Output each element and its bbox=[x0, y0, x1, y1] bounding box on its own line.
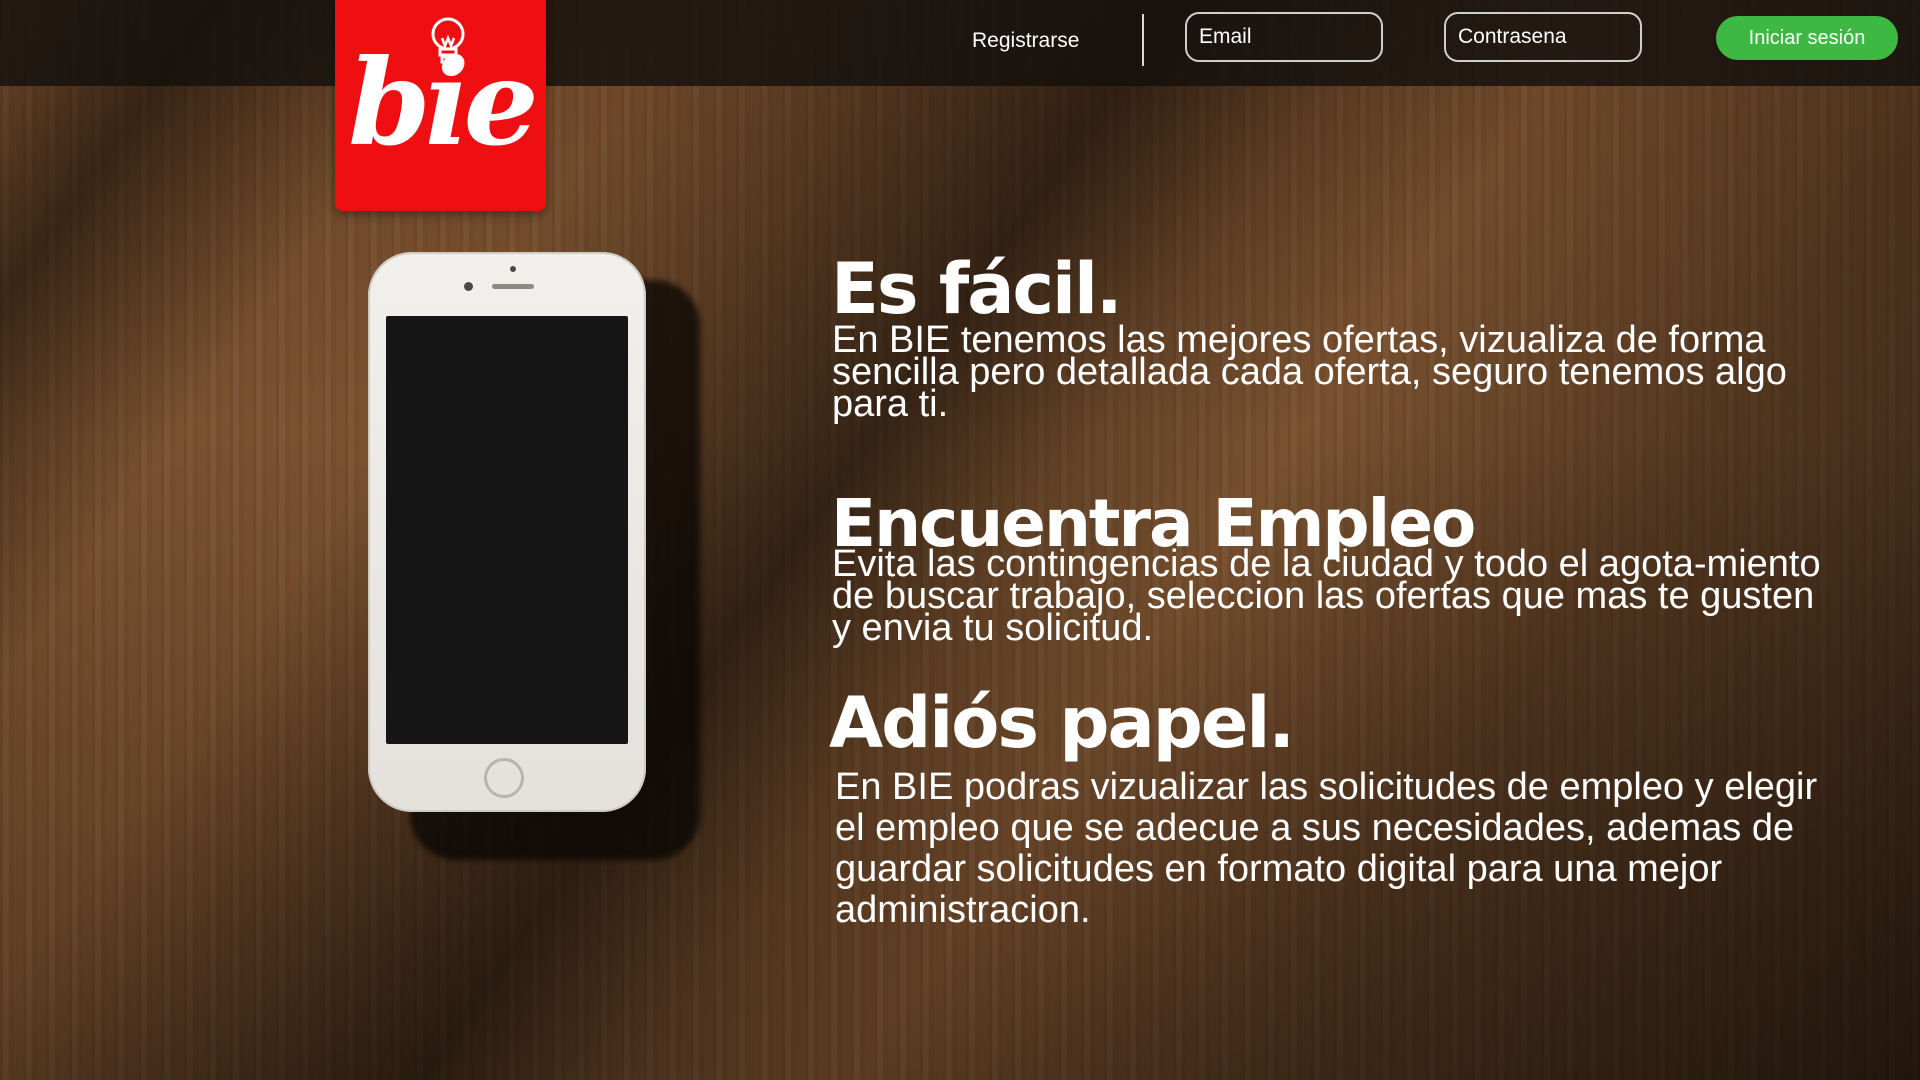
section-title-goodbye-paper: Adiós papel. bbox=[829, 682, 1295, 764]
navbar-divider bbox=[1142, 14, 1144, 66]
email-input[interactable] bbox=[1185, 12, 1383, 62]
login-button[interactable]: Iniciar sesión bbox=[1716, 16, 1898, 60]
password-input[interactable] bbox=[1444, 12, 1642, 62]
bie-logo[interactable]: bie bbox=[335, 0, 546, 211]
phone-sensor bbox=[510, 266, 516, 272]
phone-image bbox=[368, 252, 646, 812]
phone-home-button bbox=[484, 758, 524, 798]
section-body-goodbye-paper: En BIE podras vizualizar las solicitudes… bbox=[835, 766, 1818, 931]
phone-speaker bbox=[492, 284, 534, 289]
section-body-easy: En BIE tenemos las mejores ofertas, vizu… bbox=[832, 319, 1787, 425]
register-link[interactable]: Registrarse bbox=[972, 29, 1079, 53]
phone-screen bbox=[386, 316, 628, 744]
section-body-find-job: Evita las contingencias de la ciudad y t… bbox=[832, 543, 1821, 649]
section-title-easy: Es fácil. bbox=[831, 248, 1123, 330]
top-navbar: Registrarse Iniciar sesión bbox=[0, 0, 1920, 86]
logo-wordmark: bie bbox=[348, 33, 538, 172]
phone-camera bbox=[464, 282, 473, 291]
